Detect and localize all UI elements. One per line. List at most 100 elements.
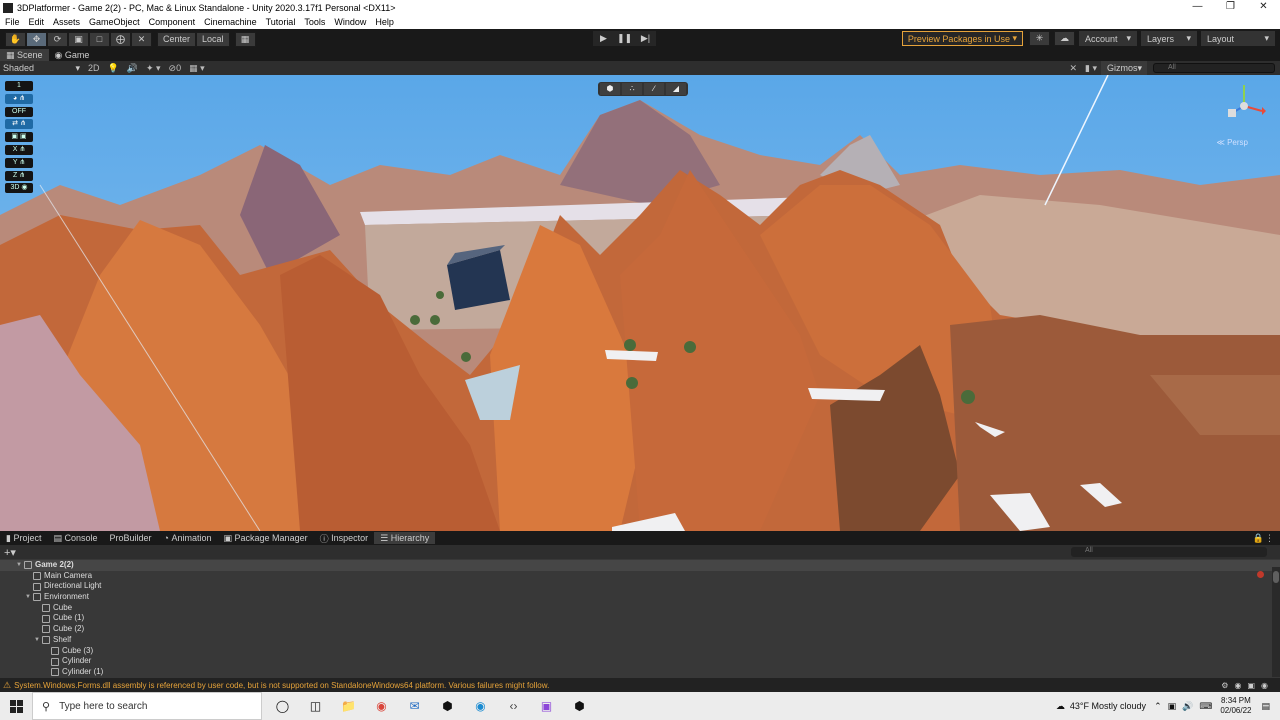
- close-icon[interactable]: ✕: [1247, 0, 1280, 15]
- unity-editor-icon[interactable]: ⬢: [563, 699, 596, 713]
- menu-gameobject[interactable]: GameObject: [89, 17, 140, 27]
- debug-icon[interactable]: ⚙: [1221, 681, 1234, 690]
- tab-package-manager[interactable]: ▣ Package Manager: [218, 532, 314, 544]
- transform-tool-icon[interactable]: ⨁: [110, 31, 131, 47]
- taskbar-search[interactable]: ⚲ Type here to search: [32, 692, 262, 720]
- edge-icon[interactable]: ◉: [464, 699, 497, 713]
- overlay-item-4[interactable]: ⇄ ⋔: [5, 119, 33, 130]
- hierarchy-item[interactable]: Directional Light: [0, 581, 1280, 592]
- settings-icon[interactable]: ▣: [1247, 681, 1261, 690]
- tab-console[interactable]: ▤ Console: [47, 532, 103, 544]
- tab-probuilder[interactable]: ProBuilder: [104, 532, 158, 544]
- lighting-icon[interactable]: 💡: [108, 63, 119, 74]
- account-dropdown[interactable]: Account ▾: [1079, 31, 1137, 46]
- restore-icon[interactable]: ❐: [1214, 0, 1247, 15]
- minimize-icon[interactable]: —: [1181, 0, 1214, 15]
- tools-icon[interactable]: ✕: [1069, 63, 1077, 74]
- mail-icon[interactable]: ✉: [398, 699, 431, 713]
- overlay-item-z[interactable]: Z ⋔: [5, 170, 33, 181]
- move-tool-icon[interactable]: ✥: [26, 31, 47, 47]
- shading-dropdown[interactable]: Shaded ▾: [0, 63, 80, 74]
- tab-project[interactable]: ▮ Project: [0, 532, 47, 544]
- menu-help[interactable]: Help: [375, 17, 394, 27]
- hierarchy-scene-root[interactable]: ▼ Game 2(2): [0, 560, 1280, 571]
- hierarchy-item[interactable]: Cube: [0, 603, 1280, 614]
- hierarchy-item[interactable]: Main Camera: [0, 571, 1280, 582]
- overlay-item-1[interactable]: 1: [5, 81, 33, 91]
- overlay-item-2[interactable]: ◕ ⋔: [5, 93, 33, 104]
- hierarchy-item[interactable]: ▼ Environment: [0, 592, 1280, 603]
- effects-icon[interactable]: ✦ ▾: [146, 63, 161, 74]
- vertex-mode-icon[interactable]: ∴: [622, 83, 642, 95]
- scrollbar-thumb[interactable]: [1273, 571, 1279, 583]
- start-button[interactable]: [0, 699, 32, 713]
- file-explorer-icon[interactable]: 📁: [332, 699, 365, 713]
- tray-chevron-icon[interactable]: ⌃: [1154, 701, 1162, 712]
- hidden-objects-toggle[interactable]: ⊘0: [169, 63, 182, 74]
- menu-assets[interactable]: Assets: [53, 17, 80, 27]
- play-icon[interactable]: ▶: [593, 31, 614, 46]
- expand-arrow-icon[interactable]: ▼: [16, 560, 24, 571]
- layout-dropdown[interactable]: Layout ▾: [1201, 31, 1275, 46]
- hierarchy-item[interactable]: Cylinder: [0, 656, 1280, 667]
- tab-hierarchy[interactable]: ☰ Hierarchy: [374, 532, 436, 544]
- perspective-label[interactable]: ≪ Persp: [1217, 138, 1249, 147]
- volume-icon[interactable]: 🔊: [1182, 701, 1193, 712]
- menu-cinemachine[interactable]: Cinemachine: [204, 17, 257, 27]
- gizmos-dropdown[interactable]: Gizmos ▾: [1101, 60, 1147, 76]
- custom-tool-icon[interactable]: ✕: [131, 31, 152, 47]
- expand-arrow-icon[interactable]: ▼: [34, 635, 42, 646]
- scene-search-input[interactable]: All: [1153, 63, 1275, 73]
- grid-snap-icon[interactable]: ▦: [234, 31, 256, 47]
- overlay-item-x[interactable]: X ⋔: [5, 144, 33, 155]
- tab-scene[interactable]: ▦ Scene: [0, 49, 49, 61]
- expand-arrow-icon[interactable]: ▼: [25, 592, 33, 603]
- tab-inspector[interactable]: ⓘ Inspector: [314, 532, 375, 544]
- hierarchy-scrollbar[interactable]: [1272, 567, 1280, 677]
- tab-animation[interactable]: ◔ Animation: [158, 532, 218, 544]
- camera-icon[interactable]: ▮ ▾: [1085, 63, 1097, 74]
- hierarchy-item[interactable]: ▼ Shelf: [0, 635, 1280, 646]
- panel-menu-icon[interactable]: ⋮: [1265, 533, 1274, 544]
- object-mode-icon[interactable]: ⬢: [600, 83, 620, 95]
- task-view-icon[interactable]: ◫: [299, 699, 332, 713]
- notifications-icon[interactable]: ▤: [1261, 701, 1270, 712]
- mode-2d-toggle[interactable]: 2D: [88, 63, 100, 73]
- menu-tools[interactable]: Tools: [304, 17, 325, 27]
- edge-mode-icon[interactable]: ∕: [644, 83, 664, 95]
- rect-tool-icon[interactable]: □: [89, 31, 110, 47]
- step-icon[interactable]: ▶|: [635, 31, 656, 46]
- scene-gizmo-icon[interactable]: [1222, 81, 1266, 131]
- weather-text[interactable]: 43°F Mostly cloudy: [1070, 701, 1146, 711]
- collab-status-icon[interactable]: ◉: [1261, 681, 1274, 690]
- hierarchy-item[interactable]: Cube (1): [0, 613, 1280, 624]
- scene-viewport[interactable]: 1 ◕ ⋔ OFF ⇄ ⋔ ▣ ▣ X ⋔ Y ⋔ Z ⋔ 3D ◉ ⬢ ∴ ∕…: [0, 75, 1280, 531]
- overlay-item-3d[interactable]: 3D ◉: [5, 183, 33, 194]
- hand-tool-icon[interactable]: ✋: [5, 31, 26, 47]
- pause-icon[interactable]: ❚❚: [614, 31, 635, 46]
- cloud-icon[interactable]: ☁: [1054, 31, 1075, 46]
- pivot-local-button[interactable]: Local: [196, 31, 230, 47]
- hierarchy-item[interactable]: Cube (2): [0, 624, 1280, 635]
- progress-icon[interactable]: ◉: [1234, 681, 1247, 690]
- collab-icon[interactable]: ✳: [1029, 31, 1050, 46]
- overlay-item-3[interactable]: OFF: [5, 106, 33, 117]
- preview-packages-button[interactable]: Preview Packages in Use ▾: [901, 31, 1023, 46]
- menu-window[interactable]: Window: [334, 17, 366, 27]
- add-object-button[interactable]: +▾: [4, 546, 16, 559]
- hierarchy-item[interactable]: Cylinder (1): [0, 667, 1280, 678]
- network-icon[interactable]: ▣: [1168, 701, 1177, 712]
- scale-tool-icon[interactable]: ▣: [68, 31, 89, 47]
- clock[interactable]: 8:34 PM 02/06/22: [1220, 696, 1251, 716]
- twitch-icon[interactable]: ▣: [530, 699, 563, 713]
- menu-edit[interactable]: Edit: [29, 17, 45, 27]
- status-message[interactable]: System.Windows.Forms.dll assembly is ref…: [14, 681, 549, 690]
- rotate-tool-icon[interactable]: ⟳: [47, 31, 68, 47]
- language-icon[interactable]: ⌨: [1199, 701, 1212, 712]
- menu-file[interactable]: File: [5, 17, 20, 27]
- overlay-item-5[interactable]: ▣ ▣: [5, 132, 33, 143]
- hierarchy-search-input[interactable]: All: [1071, 547, 1267, 557]
- chrome-icon[interactable]: ◉: [365, 699, 398, 713]
- lock-icon[interactable]: 🔒: [1253, 533, 1264, 544]
- tab-game[interactable]: ◉ Game: [49, 49, 96, 61]
